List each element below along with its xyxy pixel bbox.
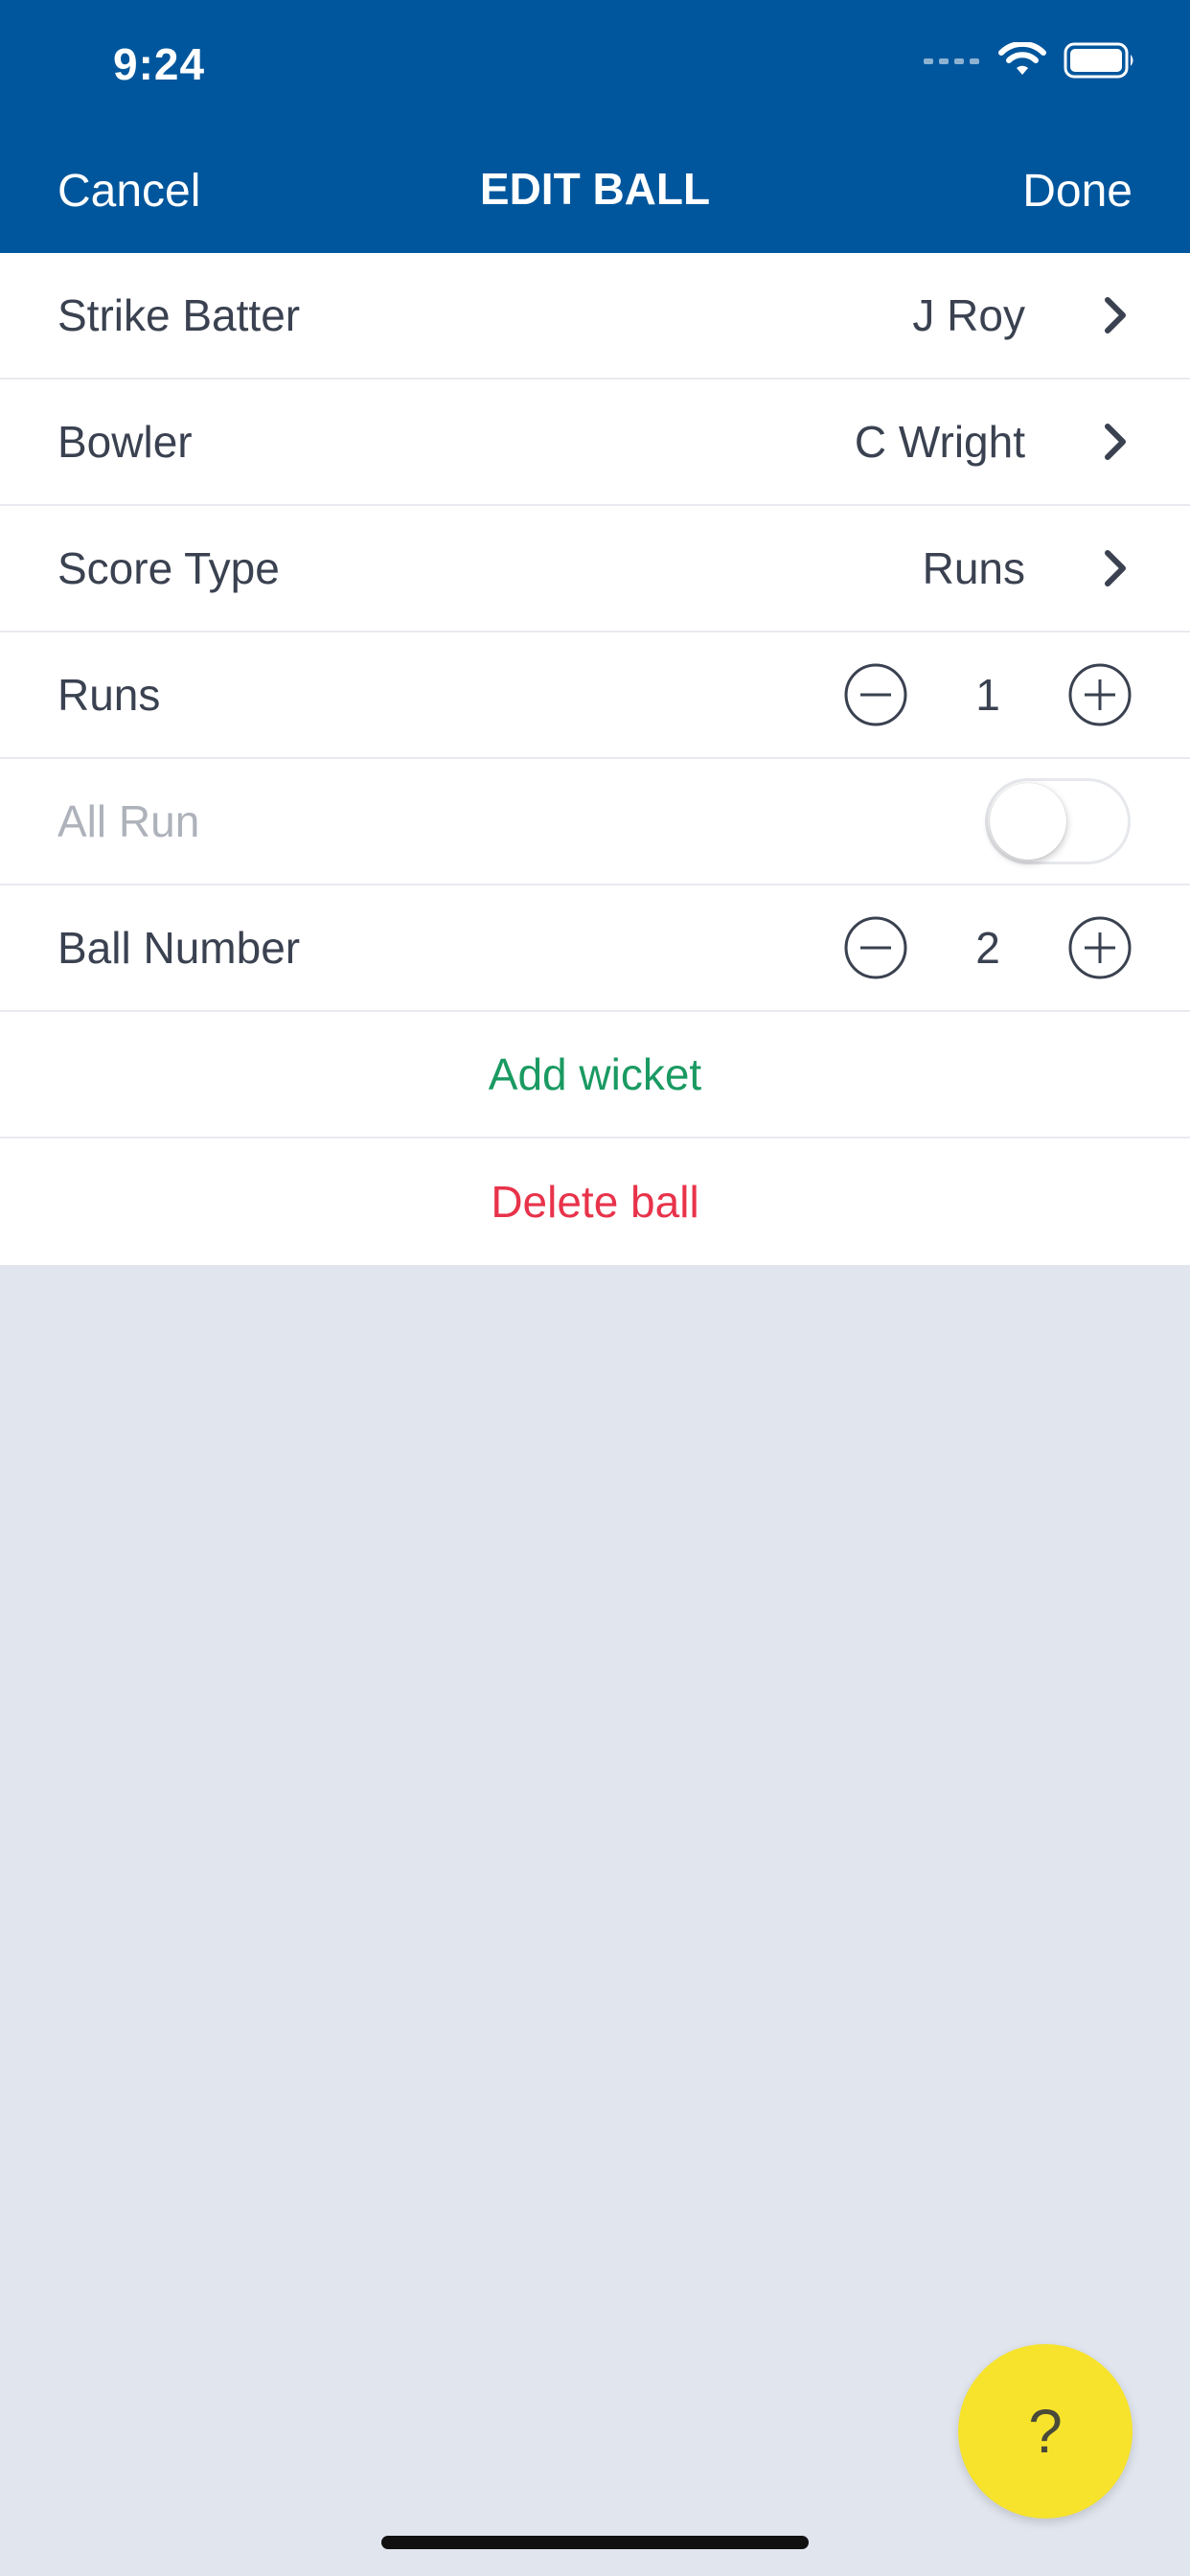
runs-decrement-button[interactable]	[843, 662, 908, 727]
delete-ball-button[interactable]: Delete ball	[0, 1176, 1190, 1228]
done-button[interactable]: Done	[1022, 165, 1133, 218]
edit-ball-screen: 9:24 Cancel EDIT BALL Done Strike Batter…	[0, 0, 1190, 2576]
runs-value: 1	[975, 670, 1000, 720]
row-all-run: All Run	[0, 759, 1190, 886]
chevron-right-icon	[1105, 297, 1126, 334]
bowler-label: Bowler	[57, 417, 193, 467]
row-add-wicket: Add wicket	[0, 1012, 1190, 1138]
bowler-value: C Wright	[854, 417, 1025, 467]
ball-number-decrement-button[interactable]	[843, 915, 908, 980]
header: 9:24 Cancel EDIT BALL Done	[0, 0, 1190, 253]
runs-increment-button[interactable]	[1067, 662, 1133, 727]
battery-icon	[1064, 42, 1133, 79]
chevron-right-icon	[1105, 424, 1126, 460]
ball-number-label: Ball Number	[57, 923, 301, 973]
row-bowler[interactable]: Bowler C Wright	[0, 380, 1190, 506]
toggle-knob	[990, 783, 1066, 860]
chevron-right-icon	[1105, 550, 1126, 586]
row-runs: Runs 1	[0, 632, 1190, 759]
ball-number-increment-button[interactable]	[1067, 915, 1133, 980]
row-ball-number: Ball Number 2	[0, 886, 1190, 1012]
help-button[interactable]: ?	[958, 2344, 1133, 2518]
add-wicket-button[interactable]: Add wicket	[0, 1048, 1190, 1100]
cancel-button[interactable]: Cancel	[57, 165, 200, 218]
score-type-value: Runs	[922, 543, 1025, 593]
home-indicator	[381, 2536, 809, 2549]
all-run-toggle[interactable]	[985, 778, 1131, 864]
signal-icon	[924, 58, 979, 64]
row-score-type[interactable]: Score Type Runs	[0, 506, 1190, 632]
all-run-label: All Run	[57, 796, 200, 846]
edit-ball-form: Strike Batter J Roy Bowler C Wright Scor…	[0, 253, 1190, 1265]
help-question-icon: ?	[1028, 2397, 1063, 2466]
score-type-label: Score Type	[57, 543, 280, 593]
runs-label: Runs	[57, 670, 161, 720]
row-delete-ball: Delete ball	[0, 1138, 1190, 1265]
strike-batter-label: Strike Batter	[57, 290, 301, 340]
row-strike-batter[interactable]: Strike Batter J Roy	[0, 253, 1190, 380]
strike-batter-value: J Roy	[912, 290, 1025, 340]
ball-number-value: 2	[975, 923, 1000, 973]
status-time: 9:24	[113, 39, 206, 89]
wifi-icon	[998, 42, 1046, 75]
status-icons	[924, 42, 1136, 79]
